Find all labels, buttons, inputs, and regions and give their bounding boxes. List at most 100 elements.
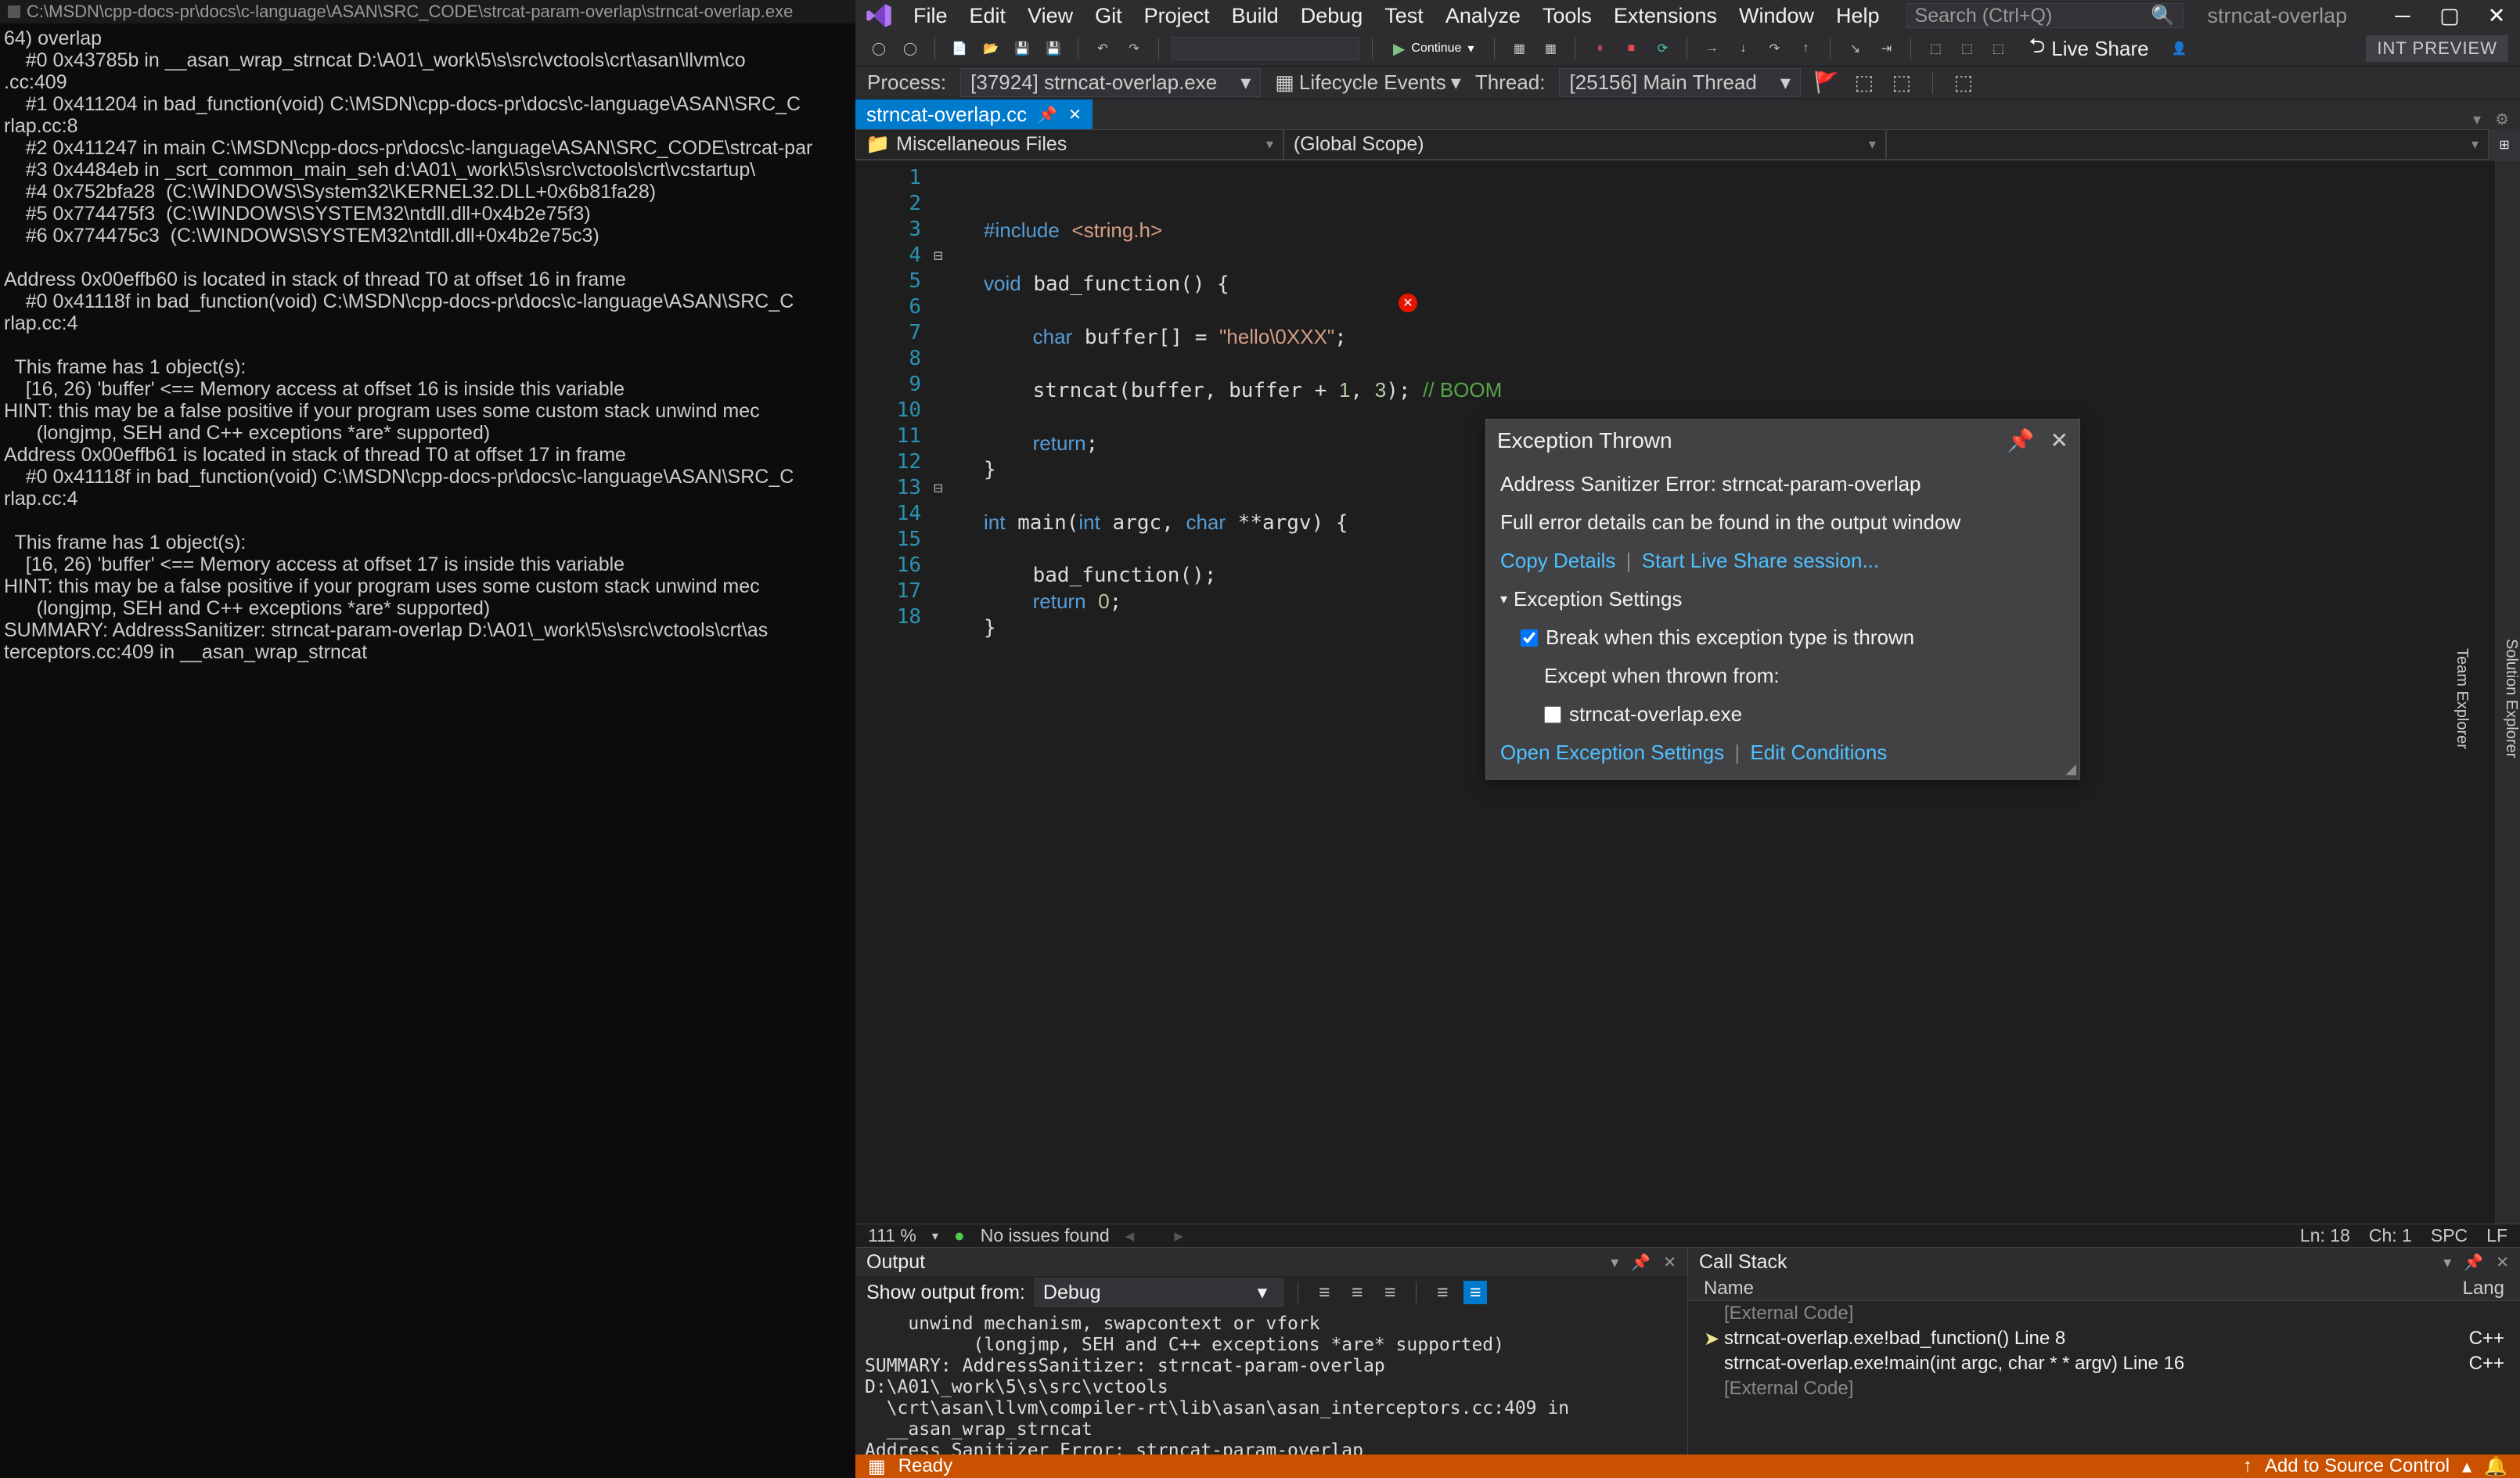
menu-view[interactable]: View [1017, 0, 1084, 31]
continue-button[interactable]: ▶ Continue ▾ [1385, 39, 1481, 59]
step-out-icon[interactable]: ↑ [1794, 37, 1817, 60]
editor-area[interactable]: 123456789101112131415161718 ⊟ ⊟ #include… [855, 160, 2520, 1224]
team-explorer-tab[interactable]: Team Explorer [2453, 648, 2471, 749]
output-wrap-icon[interactable]: ≡ [1431, 1281, 1454, 1304]
vs-search-box[interactable]: Search (Ctrl+Q) 🔍 [1906, 3, 2184, 28]
solution-explorer-tab[interactable]: Solution Explorer [2502, 639, 2520, 758]
tab-close-icon[interactable]: ✕ [1068, 105, 1082, 124]
lifecycle-events-button[interactable]: ▦ Lifecycle Events ▾ [1275, 70, 1461, 95]
callstack-row[interactable]: [External Code] [1688, 1376, 2520, 1401]
cs-close-icon[interactable]: ✕ [2496, 1253, 2509, 1272]
tab-strncat-overlap[interactable]: strncat-overlap.cc 📌 ✕ [855, 99, 1093, 129]
account-icon[interactable]: 👤 [2168, 37, 2191, 60]
new-icon[interactable]: 📄 [948, 37, 971, 60]
flag-icon[interactable]: 🚩 [1815, 71, 1838, 95]
fold-gutter[interactable]: ⊟ ⊟ [934, 160, 952, 1224]
menu-git[interactable]: Git [1084, 0, 1133, 31]
output-source-dropdown[interactable]: Debug▾ [1035, 1278, 1283, 1307]
saveall-icon[interactable]: 💾 [1042, 37, 1065, 60]
tool-e-icon[interactable]: ⬚ [1986, 37, 2010, 60]
error-glyph-icon[interactable]: ✕ [1399, 294, 1417, 312]
start-liveshare-link[interactable]: Start Live Share session... [1642, 549, 1879, 572]
break-all-icon[interactable]: ⏸ [1588, 37, 1611, 60]
debug-target-icon[interactable]: ▦ [1507, 37, 1531, 60]
panel-dropdown-icon[interactable]: ▾ [1611, 1253, 1618, 1272]
tab-settings-icon[interactable]: ⚙ [2495, 110, 2509, 129]
show-next-icon[interactable]: → [1700, 37, 1723, 60]
menu-project[interactable]: Project [1133, 0, 1221, 31]
indent-mode[interactable]: SPC [2431, 1225, 2468, 1246]
minimize-button[interactable]: ─ [2379, 0, 2426, 31]
config-dropdown[interactable] [1172, 37, 1359, 60]
menu-extensions[interactable]: Extensions [1603, 0, 1728, 31]
menu-build[interactable]: Build [1221, 0, 1290, 31]
resize-grip-icon[interactable]: ◢ [2065, 761, 2076, 777]
cs-lang-col[interactable]: Lang [2463, 1278, 2504, 1300]
debug-win-icon[interactable]: ▦ [1539, 37, 1562, 60]
callstack-row[interactable]: strncat-overlap.exe!main(int argc, char … [1688, 1351, 2520, 1376]
menu-edit[interactable]: Edit [959, 0, 1017, 31]
tool-d-icon[interactable]: ⬚ [1955, 37, 1978, 60]
nav-back-icon[interactable]: ◯ [867, 37, 891, 60]
tool-a-icon[interactable]: ↘ [1843, 37, 1867, 60]
scope-project[interactable]: 📁 Miscellaneous Files▾ [855, 129, 1283, 160]
close-button[interactable]: ✕ [2473, 0, 2520, 31]
stop-icon[interactable]: ■ [1619, 37, 1643, 60]
open-exception-settings-link[interactable]: Open Exception Settings [1500, 741, 1724, 764]
step-over-icon[interactable]: ↷ [1762, 37, 1786, 60]
thread-dropdown[interactable]: [25156] Main Thread▾ [1559, 68, 1801, 97]
restart-icon[interactable]: ⟳ [1651, 37, 1674, 60]
stack3-icon[interactable]: ⬚ [1952, 71, 1975, 95]
cs-pin-icon[interactable]: 📌 [2464, 1253, 2483, 1272]
output-tool-c-icon[interactable]: ≡ [1378, 1281, 1402, 1304]
panel-pin-icon[interactable]: 📌 [1631, 1253, 1651, 1272]
menu-tools[interactable]: Tools [1532, 0, 1603, 31]
tab-dropdown-icon[interactable]: ▾ [2473, 110, 2481, 129]
liveshare-button[interactable]: ⮌ Live Share [2029, 31, 2148, 66]
menu-debug[interactable]: Debug [1290, 0, 1374, 31]
menu-help[interactable]: Help [1825, 0, 1891, 31]
menu-analyze[interactable]: Analyze [1435, 0, 1532, 31]
process-dropdown[interactable]: [37924] strncat-overlap.exe▾ [960, 68, 1261, 97]
tool-c-icon[interactable]: ⬚ [1924, 37, 1947, 60]
stack2-icon[interactable]: ⬚ [1890, 71, 1913, 95]
zoom-level[interactable]: 111 % [868, 1225, 916, 1246]
popup-close-icon[interactable]: ✕ [2050, 427, 2068, 453]
nav-fwd-icon[interactable]: ◯ [898, 37, 922, 60]
copy-details-link[interactable]: Copy Details [1500, 549, 1615, 572]
tool-b-icon[interactable]: ⇥ [1874, 37, 1898, 60]
output-tool-a-icon[interactable]: ≡ [1312, 1281, 1336, 1304]
cs-name-col[interactable]: Name [1704, 1278, 1754, 1300]
redo-icon[interactable]: ↷ [1122, 37, 1146, 60]
add-source-control[interactable]: Add to Source Control [2265, 1455, 2450, 1477]
issues-text[interactable]: No issues found [981, 1225, 1110, 1246]
stack-icon[interactable]: ⬚ [1852, 71, 1876, 95]
cs-dropdown-icon[interactable]: ▾ [2443, 1253, 2451, 1272]
edit-conditions-link[interactable]: Edit Conditions [1750, 741, 1887, 764]
callstack-row[interactable]: ➤strncat-overlap.exe!bad_function() Line… [1688, 1326, 2520, 1351]
menu-window[interactable]: Window [1728, 0, 1825, 31]
scope-split-icon[interactable]: ⊞ [2489, 129, 2520, 160]
undo-icon[interactable]: ↶ [1091, 37, 1114, 60]
maximize-button[interactable]: ▢ [2426, 0, 2473, 31]
publish-icon[interactable]: ↑ [2243, 1455, 2252, 1477]
line-ending[interactable]: LF [2486, 1225, 2507, 1246]
open-icon[interactable]: 📂 [979, 37, 1003, 60]
step-into-icon[interactable]: ↓ [1731, 37, 1755, 60]
scope-namespace[interactable]: (Global Scope)▾ [1283, 129, 1886, 160]
output-clear-icon[interactable]: ≡ [1463, 1281, 1487, 1304]
output-tool-b-icon[interactable]: ≡ [1345, 1281, 1369, 1304]
source-chev-icon[interactable]: ▴ [2462, 1455, 2471, 1478]
panel-close-icon[interactable]: ✕ [1663, 1253, 1676, 1272]
pin-icon[interactable]: 📌 [1038, 105, 1057, 124]
save-icon[interactable]: 💾 [1010, 37, 1034, 60]
popup-pin-icon[interactable]: 📌 [2007, 427, 2035, 453]
except-exe-checkbox[interactable] [1544, 706, 1561, 723]
callstack-row[interactable]: [External Code] [1688, 1301, 2520, 1326]
notifications-icon[interactable]: 🔔 [2484, 1455, 2507, 1478]
exception-settings-header[interactable]: ▾ Exception Settings [1500, 587, 2065, 611]
menu-file[interactable]: File [902, 0, 959, 31]
cmd-titlebar[interactable]: C:\MSDN\cpp-docs-pr\docs\c-language\ASAN… [0, 0, 855, 23]
scope-member[interactable]: ▾ [1886, 129, 2489, 160]
break-when-checkbox[interactable] [1521, 629, 1538, 647]
